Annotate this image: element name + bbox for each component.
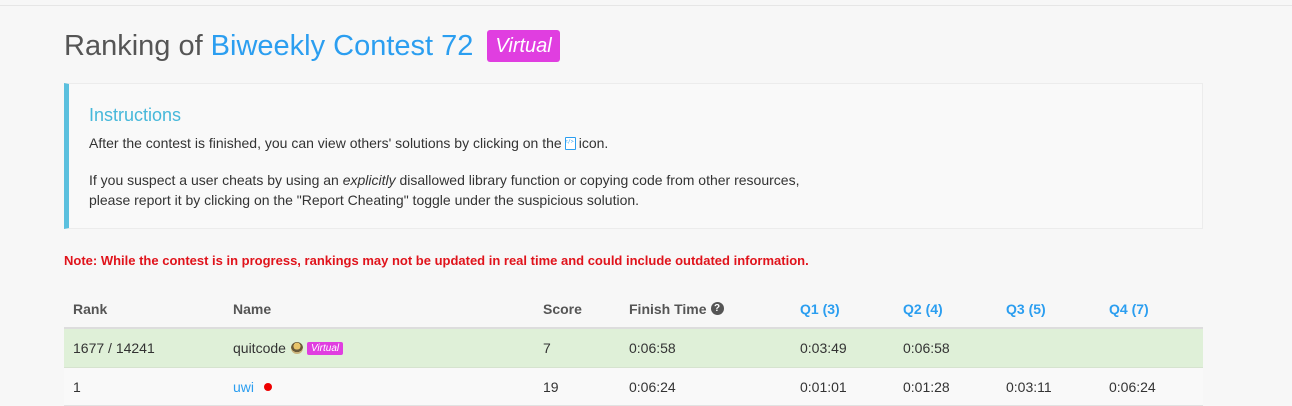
row-name: uwi — [233, 368, 273, 405]
row-q2-time: 0:06:58 — [903, 340, 950, 356]
row-q3-time: 0:03:11 — [1006, 378, 1052, 395]
row-finish-time: 0:06:58 — [629, 340, 676, 356]
table-row: 1677 / 14241 quitcode Virtual 7 0:06:58 … — [64, 329, 1203, 368]
table-row: 1 uwi 19 0:06:24 0:01:01 0:01:28 0:03:11… — [64, 368, 1203, 406]
instructions-p1-text: After the contest is finished, you can v… — [89, 135, 562, 151]
progress-note: Note: While the contest is in progress, … — [64, 253, 809, 268]
instructions-title: Instructions — [89, 105, 182, 125]
row-q2-time: 0:01:28 — [903, 378, 950, 395]
page-title: Ranking of Biweekly Contest 72 Virtual — [64, 28, 560, 64]
header-q4-link[interactable]: Q4 (7) — [1109, 290, 1149, 327]
row-q1-time: 0:03:49 — [800, 340, 847, 356]
virtual-badge: Virtual — [306, 341, 344, 355]
header-q2-link[interactable]: Q2 (4) — [903, 290, 943, 327]
red-dot-icon — [264, 382, 273, 391]
instructions-p2-tail: disallowed library function or copying c… — [395, 172, 800, 188]
instructions-paragraph-2: If you suspect a user cheats by using an… — [89, 170, 799, 210]
header-q1-link[interactable]: Q1 (3) — [800, 290, 840, 327]
header-finish-time-label: Finish Time — [629, 300, 707, 317]
row-score: 19 — [543, 378, 559, 395]
row-q1-time: 0:01:01 — [800, 378, 847, 395]
row-username-link[interactable]: uwi — [233, 379, 254, 395]
header-finish-time: Finish Time ? — [629, 290, 724, 327]
top-divider — [0, 5, 1292, 6]
instructions-p2-line2: please report it by clicking on the "Rep… — [89, 192, 640, 208]
row-q4-time: 0:06:24 — [1109, 378, 1156, 395]
row-name: quitcode Virtual — [233, 329, 344, 367]
row-username: quitcode — [233, 340, 286, 356]
ranking-table: Rank Name Score Finish Time ? Q1 (3) Q2 … — [64, 290, 1203, 406]
instructions-p1-tail: icon. — [578, 135, 609, 151]
row-score: 7 — [543, 340, 551, 356]
row-rank: 1677 / 14241 — [73, 340, 155, 356]
code-icon — [564, 136, 576, 150]
row-finish-time: 0:06:24 — [629, 378, 676, 395]
instructions-p2-emphasis: explicitly — [342, 172, 396, 188]
instructions-paragraph-1: After the contest is finished, you can v… — [89, 135, 608, 151]
header-q3-link[interactable]: Q3 (5) — [1006, 290, 1046, 327]
row-rank: 1 — [73, 378, 81, 395]
header-rank: Rank — [73, 300, 108, 317]
instructions-p2-text: If you suspect a user cheats by using an — [89, 172, 343, 188]
header-score: Score — [543, 300, 582, 317]
instructions-panel: Instructions After the contest is finish… — [64, 83, 1203, 229]
table-header: Rank Name Score Finish Time ? Q1 (3) Q2 … — [64, 290, 1203, 329]
question-circle-icon[interactable]: ? — [710, 302, 724, 315]
title-prefix: Ranking of — [64, 29, 203, 62]
country-flag-icon — [290, 342, 303, 354]
header-name: Name — [233, 300, 272, 317]
contest-link[interactable]: Biweekly Contest 72 — [211, 30, 474, 63]
virtual-badge: Virtual — [487, 30, 560, 62]
